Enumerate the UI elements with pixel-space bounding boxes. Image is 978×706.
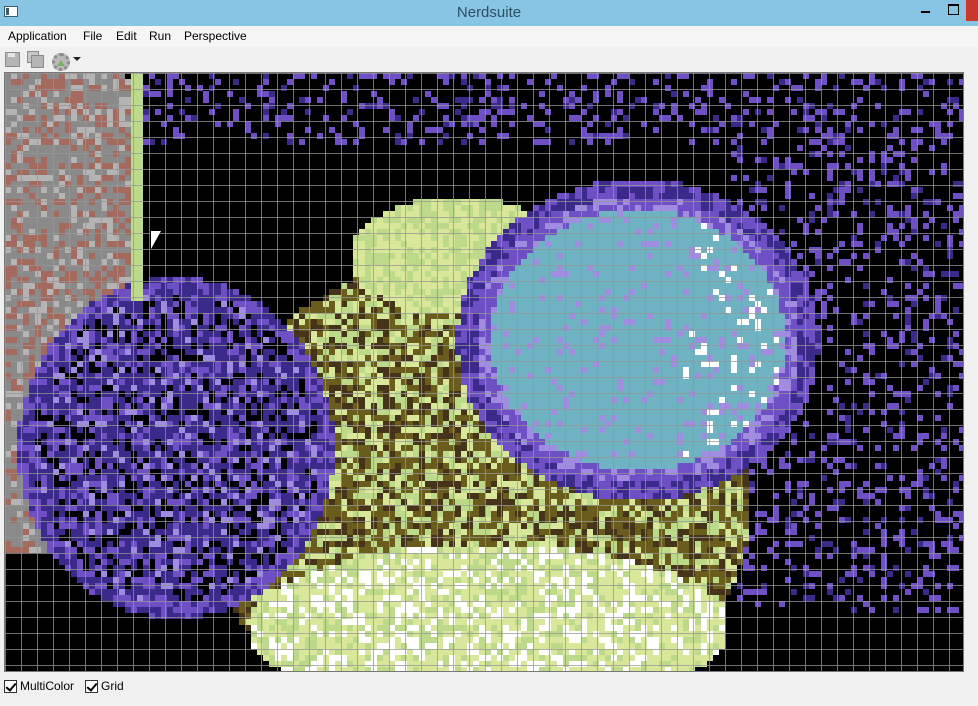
menu-application[interactable]: Application	[8, 29, 67, 43]
menu-file[interactable]: File	[83, 29, 102, 43]
menu-run[interactable]: Run	[149, 29, 171, 43]
save-all-icon[interactable]	[27, 51, 44, 68]
menu-bar: Application File Edit Run Perspective	[0, 26, 978, 47]
grid-checkbox[interactable]: Grid	[85, 677, 124, 695]
toolbar	[0, 47, 978, 71]
minimize-button[interactable]	[912, 0, 938, 21]
pixel-art-image[interactable]	[5, 73, 963, 671]
grid-label: Grid	[101, 679, 124, 693]
mouse-cursor-fill	[151, 231, 161, 249]
maximize-button[interactable]	[938, 0, 966, 21]
multicolor-label: MultiColor	[20, 679, 75, 693]
multicolor-checkbox[interactable]: MultiColor	[4, 677, 74, 695]
run-settings-gear-icon[interactable]	[50, 51, 70, 71]
menu-perspective[interactable]: Perspective	[184, 29, 247, 43]
pixel-editor-canvas[interactable]	[4, 72, 964, 672]
app-window: Nerdsuite Application File Edit Run Pers…	[0, 0, 978, 706]
close-button[interactable]	[966, 0, 978, 21]
save-icon[interactable]	[4, 51, 20, 67]
grid-check-icon[interactable]	[85, 679, 98, 693]
multicolor-check-icon[interactable]	[4, 679, 17, 693]
menu-edit[interactable]: Edit	[116, 29, 137, 43]
chevron-down-icon[interactable]	[73, 57, 81, 61]
title-bar: Nerdsuite	[0, 0, 978, 26]
status-bar: MultiColor Grid	[0, 674, 978, 698]
window-title: Nerdsuite	[456, 4, 522, 21]
